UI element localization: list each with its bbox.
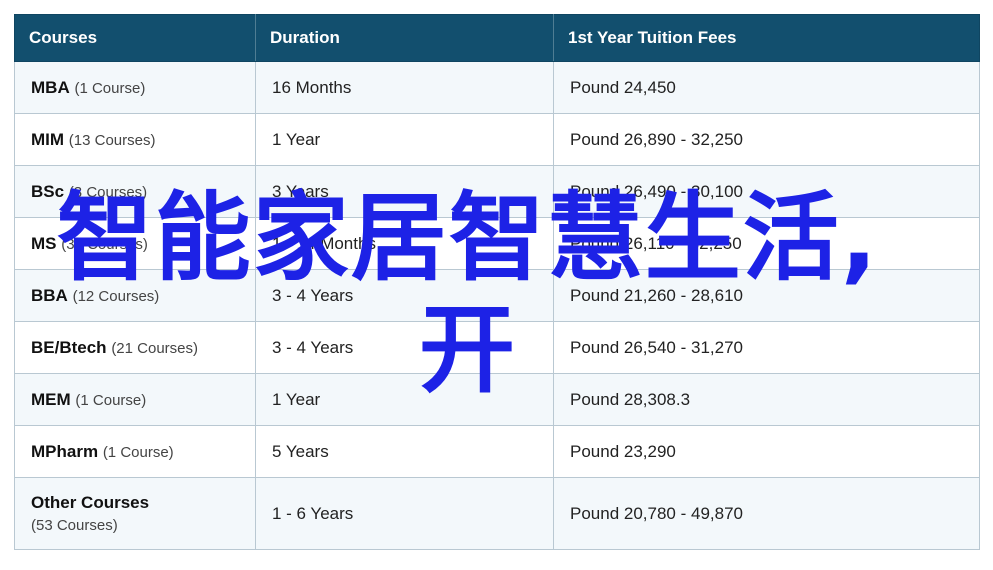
course-name[interactable]: MPharm — [31, 442, 98, 461]
course-count: (1 Course) — [74, 79, 146, 97]
tuition-fees-table: Courses Duration 1st Year Tuition Fees M… — [14, 14, 980, 550]
course-name[interactable]: BE/Btech — [31, 338, 107, 357]
fee-cell: Pound 23,290 — [553, 425, 980, 478]
table-row: MEM (1 Course) 1 Year Pound 28,308.3 — [14, 373, 980, 426]
course-cell: BSc (3 Courses) — [14, 165, 256, 218]
fee-cell: Pound 24,450 — [553, 61, 980, 114]
duration-cell: 1 Year — [255, 373, 554, 426]
table-row: MBA (1 Course) 16 Months Pound 24,450 — [14, 61, 980, 114]
duration-cell: 5 Years — [255, 425, 554, 478]
duration-cell: 1 - 14 Months — [255, 217, 554, 270]
table-row: BE/Btech (21 Courses) 3 - 4 Years Pound … — [14, 321, 980, 374]
table-header-row: Courses Duration 1st Year Tuition Fees — [14, 14, 980, 62]
duration-cell: 1 - 6 Years — [255, 477, 554, 550]
course-name[interactable]: MEM — [31, 390, 71, 409]
course-name[interactable]: MBA — [31, 78, 70, 97]
fee-cell: Pound 26,490 - 30,100 — [553, 165, 980, 218]
course-cell: MS (39 Courses) — [14, 217, 256, 270]
course-count: (1 Course) — [102, 443, 174, 461]
duration-cell: 1 Year — [255, 113, 554, 166]
fee-cell: Pound 26,110 - 32,250 — [553, 217, 980, 270]
table-row: Other Courses (53 Courses) 1 - 6 Years P… — [14, 477, 980, 550]
course-cell: BE/Btech (21 Courses) — [14, 321, 256, 374]
fee-cell: Pound 28,308.3 — [553, 373, 980, 426]
course-name[interactable]: MIM — [31, 130, 64, 149]
course-count: (12 Courses) — [72, 287, 160, 305]
course-cell: MEM (1 Course) — [14, 373, 256, 426]
table-row: MIM (13 Courses) 1 Year Pound 26,890 - 3… — [14, 113, 980, 166]
course-name[interactable]: Other Courses — [31, 493, 149, 512]
duration-cell: 3 - 4 Years — [255, 269, 554, 322]
course-count: (53 Courses) — [31, 517, 118, 534]
course-cell: Other Courses (53 Courses) — [14, 477, 256, 550]
duration-cell: 16 Months — [255, 61, 554, 114]
course-count: (21 Courses) — [111, 339, 199, 357]
table-row: MPharm (1 Course) 5 Years Pound 23,290 — [14, 425, 980, 478]
table-row: BBA (12 Courses) 3 - 4 Years Pound 21,26… — [14, 269, 980, 322]
fee-cell: Pound 20,780 - 49,870 — [553, 477, 980, 550]
course-count: (1 Course) — [75, 391, 147, 409]
course-count: (3 Courses) — [68, 183, 148, 201]
fee-cell: Pound 26,890 - 32,250 — [553, 113, 980, 166]
course-count: (39 Courses) — [61, 235, 148, 253]
course-cell: MPharm (1 Course) — [14, 425, 256, 478]
course-name[interactable]: BSc — [31, 182, 64, 201]
table-row: BSc (3 Courses) 3 Years Pound 26,490 - 3… — [14, 165, 980, 218]
duration-cell: 3 Years — [255, 165, 554, 218]
course-count: (13 Courses) — [68, 131, 156, 149]
course-cell: MIM (13 Courses) — [14, 113, 256, 166]
course-cell: BBA (12 Courses) — [14, 269, 256, 322]
duration-cell: 3 - 4 Years — [255, 321, 554, 374]
table-row: MS (39 Courses) 1 - 14 Months Pound 26,1… — [14, 217, 980, 270]
header-duration: Duration — [255, 14, 554, 62]
course-name[interactable]: BBA — [31, 286, 68, 305]
page: Courses Duration 1st Year Tuition Fees M… — [0, 0, 993, 570]
header-tuition-fees: 1st Year Tuition Fees — [553, 14, 980, 62]
header-courses: Courses — [14, 14, 256, 62]
fee-cell: Pound 21,260 - 28,610 — [553, 269, 980, 322]
fee-cell: Pound 26,540 - 31,270 — [553, 321, 980, 374]
course-cell: MBA (1 Course) — [14, 61, 256, 114]
course-name[interactable]: MS — [31, 234, 57, 253]
